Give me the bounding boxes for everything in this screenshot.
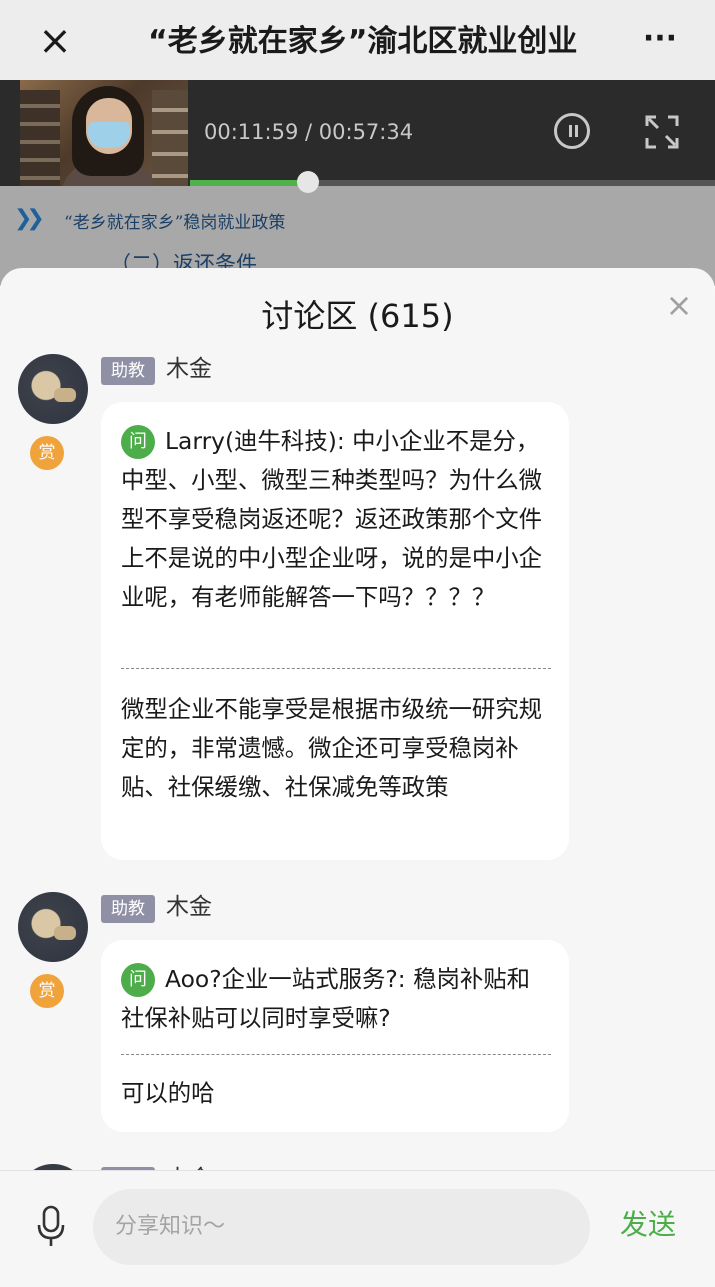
question-body: Larry(迪牛科技): 中小企业不是分，中型、小型、微型三种类型吗？为什么微型… (121, 427, 543, 611)
current-time: 00:11:59 (204, 120, 299, 144)
comment-input[interactable]: 分享知识～ (93, 1189, 590, 1265)
more-dots-icon[interactable]: ··· (640, 22, 680, 60)
input-placeholder: 分享知识～ (115, 1214, 226, 1239)
role-badge: 助教 (101, 895, 155, 923)
close-icon[interactable]: × (36, 21, 74, 61)
microphone-icon[interactable] (35, 1205, 67, 1249)
comment-input-bar: 分享知识～ 发送 (0, 1170, 715, 1287)
video-progress-bar[interactable] (190, 180, 715, 186)
answer-text: 微型企业不能享受是根据市级统一研究规定的，非常遗憾。微企还可享受稳岗补贴、社保缓… (121, 695, 543, 801)
message-bubble: 问 Aoo?企业一站式服务?: 稳岗补贴和社保补贴可以同时享受嘛? 可以的哈 (101, 940, 569, 1132)
discussion-title: 讨论区 (615) (261, 297, 454, 335)
speaker-video-thumbnail (20, 80, 188, 186)
page-title: “老乡就在家乡”渝北区就业创业 (148, 24, 578, 59)
avatar[interactable] (18, 354, 88, 424)
reward-icon[interactable]: 赏 (30, 436, 64, 470)
slide-title: “老乡就在家乡”稳岗就业政策 (64, 213, 286, 233)
user-name: 木金 (166, 894, 212, 920)
time-separator: / (298, 120, 319, 144)
divider (121, 668, 551, 669)
message-bubble: 问 Larry(迪牛科技): 中小企业不是分，中型、小型、微型三种类型吗？为什么微… (101, 402, 569, 860)
fullscreen-icon[interactable] (645, 115, 679, 149)
question-text: 问 Larry(迪牛科技): 中小企业不是分，中型、小型、微型三种类型吗？为什么微… (121, 422, 553, 617)
send-button[interactable]: 发送 (620, 1205, 676, 1245)
close-panel-icon[interactable]: × (664, 289, 694, 321)
user-name: 木金 (166, 356, 212, 382)
playback-time: 00:11:59 / 00:57:34 (204, 116, 413, 148)
video-progress-fill (190, 180, 300, 186)
answer-text: 可以的哈 (121, 1079, 215, 1107)
question-text: 问 Aoo?企业一站式服务?: 稳岗补贴和社保补贴可以同时享受嘛? (121, 960, 553, 1038)
question-body: Aoo?企业一站式服务?: 稳岗补贴和社保补贴可以同时享受嘛? (121, 965, 531, 1032)
nav-bar: × “老乡就在家乡”渝北区就业创业 ··· (0, 0, 715, 80)
question-icon: 问 (121, 963, 155, 997)
question-icon: 问 (121, 425, 155, 459)
reward-icon[interactable]: 赏 (30, 974, 64, 1008)
pause-icon[interactable] (554, 113, 590, 149)
avatar[interactable] (18, 892, 88, 962)
total-duration: 00:57:34 (318, 120, 414, 144)
divider (121, 1054, 551, 1055)
discussion-panel: 讨论区 (615) × 赏 助教 木金 问 Larry(迪牛科技): 中小企业不是… (0, 268, 715, 1286)
progress-handle[interactable] (297, 171, 319, 193)
slide-arrow-icon: ❯❯ (14, 206, 45, 231)
role-badge: 助教 (101, 357, 155, 385)
